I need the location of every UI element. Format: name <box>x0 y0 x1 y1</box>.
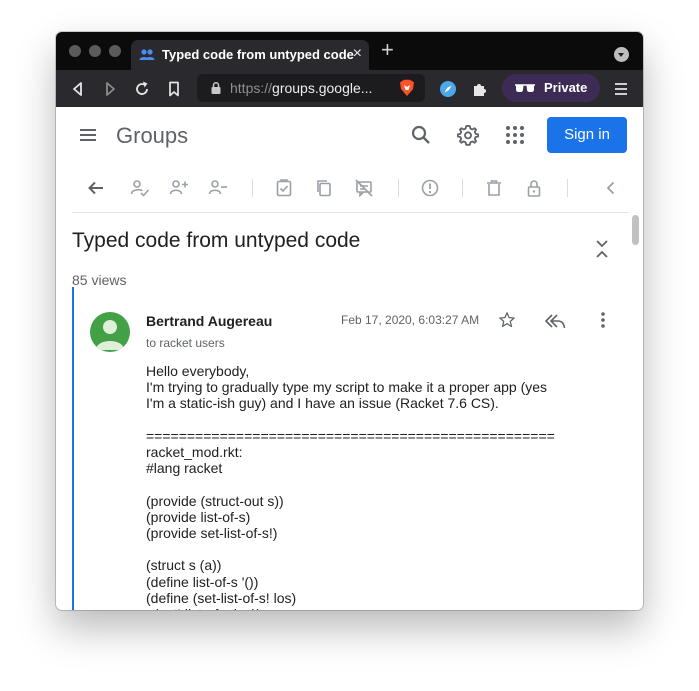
browser-menu-icon[interactable] <box>611 79 631 99</box>
thread-title: Typed code from untyped code <box>72 229 361 252</box>
private-window-badge[interactable]: Private <box>502 74 600 102</box>
bookmark-icon[interactable] <box>164 79 184 99</box>
private-label: Private <box>544 80 588 95</box>
reply-all-icon[interactable] <box>544 312 566 330</box>
message-line: (set! list-of-s los)) <box>146 606 586 610</box>
message-body: Hello everybody, I'm trying to gradually … <box>146 363 586 610</box>
copy-icon[interactable] <box>314 178 334 198</box>
toolbar-divider <box>567 179 568 197</box>
selected-message-indicator <box>72 287 74 610</box>
message-line: (provide (struct-out s)) <box>146 492 284 509</box>
back-icon[interactable] <box>68 79 88 99</box>
url-protocol: https:// <box>230 80 273 96</box>
tab-title: Typed code from untyped code <box>162 47 354 62</box>
conversation-actions <box>56 163 643 213</box>
lock-conversation-icon[interactable] <box>524 178 544 198</box>
report-icon[interactable] <box>420 178 440 198</box>
close-window-button[interactable] <box>69 45 81 57</box>
message-line: I'm a static-ish guy) and I have an issu… <box>146 395 499 412</box>
view-count: 85 views <box>72 272 127 288</box>
more-options-icon[interactable] <box>594 311 612 329</box>
message-line: (provide set-list-of-s!) <box>146 525 278 541</box>
message-recipient: to racket users <box>146 336 225 350</box>
message-line: racket_mod.rkt: <box>146 444 243 460</box>
private-glasses-icon <box>515 84 535 93</box>
scrollbar-thumb[interactable] <box>632 215 639 245</box>
message-line: (define list-of-s '()) <box>146 573 259 590</box>
sign-in-button[interactable]: Sign in <box>547 117 627 153</box>
search-icon[interactable] <box>410 124 432 146</box>
message-date: Feb 17, 2020, 6:03:27 AM <box>341 313 480 327</box>
toolbar-divider <box>252 179 253 197</box>
star-icon[interactable] <box>498 311 516 329</box>
forward-icon[interactable] <box>100 79 120 99</box>
tab-list-menu-icon[interactable] <box>614 47 629 62</box>
mark-done-user-icon[interactable] <box>130 178 150 198</box>
message-line: (struct s (a)) <box>146 557 222 574</box>
message-line <box>146 412 586 428</box>
message-line: #lang racket <box>146 460 223 477</box>
browser-toolbar: https://groups.google... Private <box>56 70 643 107</box>
collapse-all-icon[interactable] <box>594 238 610 260</box>
message-line <box>146 476 586 492</box>
main-menu-icon[interactable] <box>78 125 98 145</box>
remove-user-icon[interactable] <box>208 178 228 198</box>
toolbar-divider <box>398 179 399 197</box>
url-host: groups.google... <box>272 80 373 96</box>
apps-grid-icon[interactable] <box>505 125 525 145</box>
tab-active[interactable]: Typed code from untyped code × <box>131 40 369 70</box>
header-divider <box>72 212 628 213</box>
extensions-puzzle-icon[interactable] <box>470 79 490 99</box>
brave-shields-icon[interactable] <box>399 79 415 97</box>
groups-header: Groups Sign in <box>56 107 643 163</box>
url-text: https://groups.google... <box>230 80 372 96</box>
message-line: (define (set-list-of-s! los) <box>146 589 297 606</box>
comment-off-icon[interactable] <box>354 178 374 198</box>
message-line: Hello everybody, <box>146 363 250 379</box>
message-line: (provide list-of-s) <box>146 508 251 525</box>
minimize-window-button[interactable] <box>89 45 101 57</box>
delete-icon[interactable] <box>484 178 504 198</box>
browser-window: Typed code from untyped code × + https:/… <box>56 32 643 610</box>
message-author[interactable]: Bertrand Augereau <box>146 313 272 329</box>
message-line <box>146 541 586 557</box>
reload-icon[interactable] <box>132 79 152 99</box>
settings-gear-icon[interactable] <box>457 124 479 146</box>
extension-compass-icon[interactable] <box>438 79 458 99</box>
groups-favicon-icon <box>139 49 155 60</box>
clipboard-check-icon[interactable] <box>274 178 294 198</box>
default-user-icon <box>96 320 124 350</box>
toolbar-divider <box>462 179 463 197</box>
back-arrow-icon[interactable] <box>86 178 106 198</box>
address-bar[interactable]: https://groups.google... <box>197 74 425 102</box>
new-tab-button[interactable]: + <box>381 39 394 61</box>
avatar[interactable] <box>90 312 130 352</box>
tab-close-icon[interactable]: × <box>353 45 362 63</box>
zoom-window-button[interactable] <box>109 45 121 57</box>
add-user-icon[interactable] <box>169 178 189 198</box>
tab-strip: Typed code from untyped code × + <box>56 32 643 70</box>
chevron-left-icon[interactable] <box>601 178 621 198</box>
groups-logo[interactable]: Groups <box>116 123 188 149</box>
page-scrollbar[interactable] <box>631 215 639 610</box>
lock-icon[interactable] <box>209 81 223 95</box>
message-line: I'm trying to gradually type my script t… <box>146 379 548 396</box>
message-line: ========================================… <box>146 427 555 444</box>
